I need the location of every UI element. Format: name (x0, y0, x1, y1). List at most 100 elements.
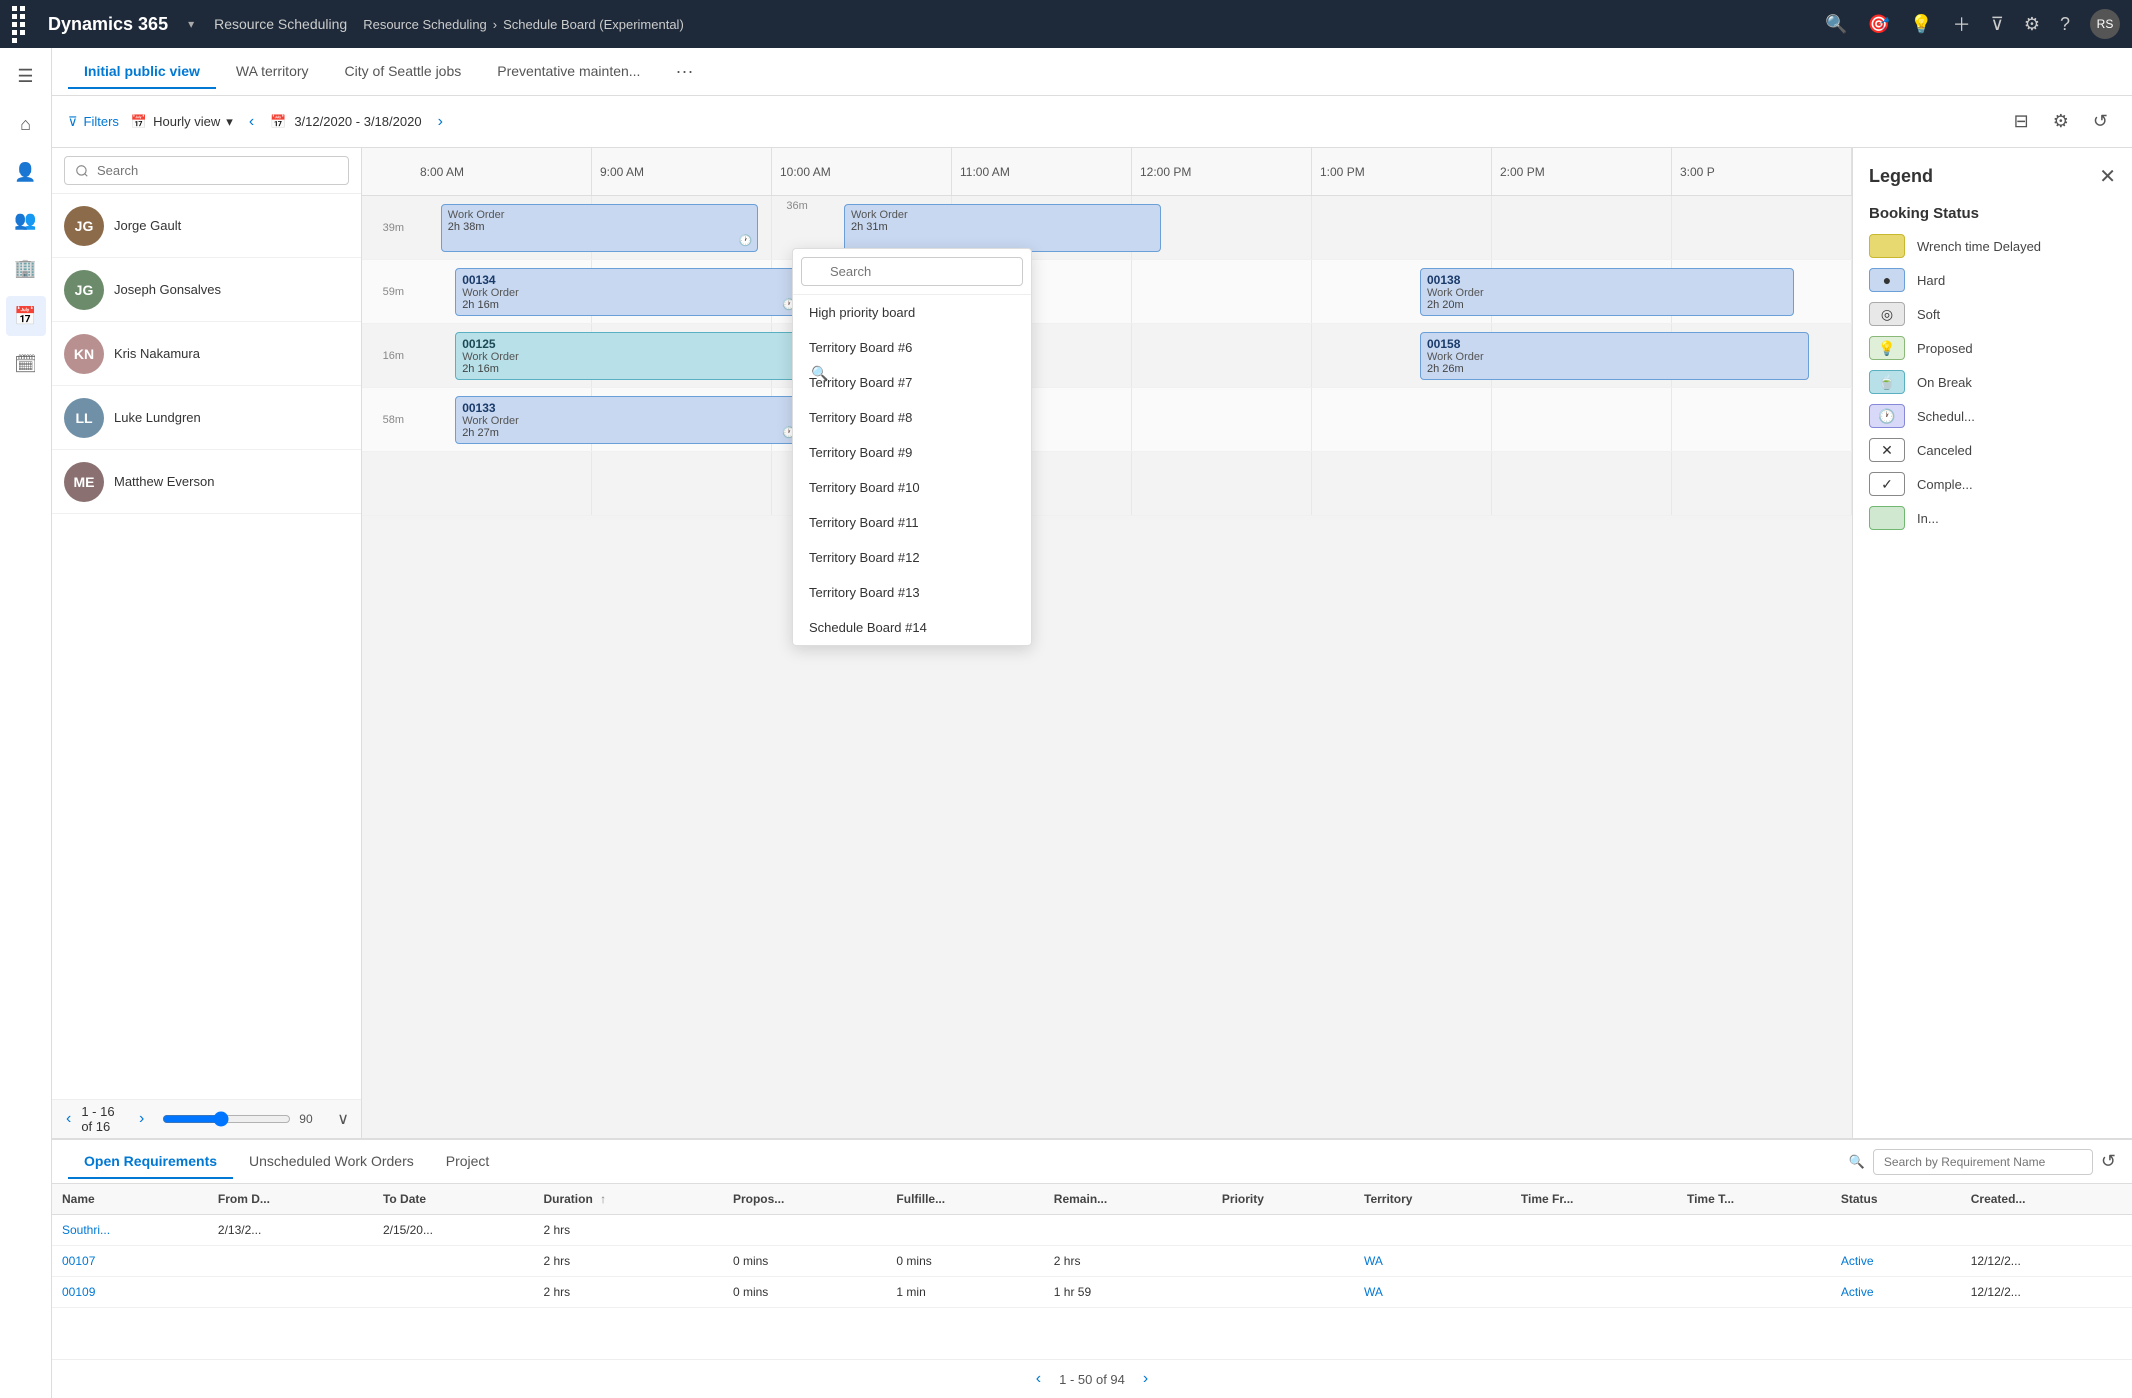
resource-name-matthew[interactable]: Matthew Everson (114, 474, 214, 489)
gantt-slot-m1 (592, 452, 772, 515)
brand-dropdown-arrow[interactable]: ▾ (188, 17, 194, 31)
sidebar-home-icon[interactable]: ⌂ (6, 104, 46, 144)
work-block-joseph-2[interactable]: 00138 Work Order 2h 20m (1420, 268, 1794, 316)
add-icon[interactable]: ＋ (1953, 11, 1971, 37)
gantt-slots-jorge: Work Order 2h 38m 🕐 36m Work Order 2h 31… (412, 196, 1852, 259)
work-block-kris-2[interactable]: 00158 Work Order 2h 26m (1420, 332, 1809, 380)
user-avatar[interactable]: RS (2090, 9, 2120, 39)
work-block-clock-icon: 🕐 (739, 234, 753, 247)
view-dropdown-button[interactable]: 📅 Hourly view ▾ (131, 114, 233, 130)
sidebar-org-icon[interactable]: 🏢 (6, 248, 46, 288)
tab-initial-public-view[interactable]: Initial public view (68, 55, 216, 89)
cell-prop-00109: 0 mins (723, 1277, 886, 1308)
bottom-prev-button[interactable]: ‹ (1030, 1368, 1047, 1390)
lightbulb-icon[interactable]: 💡 (1910, 14, 1932, 35)
bottom-search-input[interactable] (1873, 1149, 2093, 1175)
dropdown-item-high-priority[interactable]: High priority board (793, 295, 1031, 330)
page-next-button[interactable]: › (137, 1108, 146, 1130)
dropdown-item-territory-9[interactable]: Territory Board #9 (793, 435, 1031, 470)
grid-settings-button[interactable]: ⚙ (2045, 107, 2077, 136)
sidebar-calendar2-icon[interactable]: 🗓 (6, 344, 46, 384)
link-00107[interactable]: 00107 (62, 1254, 95, 1268)
settings-icon[interactable]: ⚙ (2024, 14, 2040, 35)
gantt-slot-m5 (1312, 452, 1492, 515)
dropdown-item-territory-7[interactable]: Territory Board #7 (793, 365, 1031, 400)
dropdown-item-schedule-board-14[interactable]: Schedule Board #14 (793, 610, 1031, 645)
sidebar-calendar-icon[interactable]: 📅 (6, 296, 46, 336)
date-next-button[interactable]: › (434, 109, 447, 135)
cell-prop-southri (723, 1215, 886, 1246)
link-wa-00107[interactable]: WA (1364, 1254, 1383, 1268)
work-block-luke-1[interactable]: 00133 Work Order 2h 27m 🕐 (455, 396, 801, 444)
col-remaining: Remain... (1044, 1184, 1212, 1215)
dropdown-item-territory-11[interactable]: Territory Board #11 (793, 505, 1031, 540)
filters-button[interactable]: ⊽ Filters (68, 114, 119, 130)
breadcrumb-part1[interactable]: Resource Scheduling (363, 17, 487, 32)
legend-close-button[interactable]: ✕ (2099, 164, 2116, 189)
table-row: 00109 2 hrs 0 mins 1 min 1 hr 59 WA (52, 1277, 2132, 1308)
legend-title: Legend (1869, 166, 1933, 187)
link-status-00107[interactable]: Active (1841, 1254, 1874, 1268)
search-icon[interactable]: 🔍 (1825, 14, 1847, 35)
col-status: Status (1831, 1184, 1961, 1215)
work-block-jorge-1[interactable]: Work Order 2h 38m 🕐 (441, 204, 758, 252)
breadcrumb-part2: Schedule Board (Experimental) (503, 17, 684, 32)
dropdown-item-territory-13[interactable]: Territory Board #13 (793, 575, 1031, 610)
work-block-kris-1[interactable]: 00125 Work Order 2h 16m 🍵 (455, 332, 844, 380)
dropdown-item-territory-12[interactable]: Territory Board #12 (793, 540, 1031, 575)
resource-name-jorge[interactable]: Jorge Gault (114, 218, 181, 233)
tab-wa-territory[interactable]: WA territory (220, 55, 325, 89)
sidebar-group-icon[interactable]: 👥 (6, 200, 46, 240)
resource-name-joseph[interactable]: Joseph Gonsalves (114, 282, 221, 297)
cell-from-00109 (208, 1277, 373, 1308)
bottom-tab-project[interactable]: Project (430, 1145, 506, 1179)
sidebar-menu-icon[interactable]: ☰ (6, 56, 46, 96)
bottom-refresh-button[interactable]: ↺ (2101, 1151, 2116, 1172)
link-wa-00109[interactable]: WA (1364, 1285, 1383, 1299)
zoom-slider[interactable] (162, 1111, 291, 1127)
sidebar-user-icon[interactable]: 👤 (6, 152, 46, 192)
legend-label-soft: Soft (1917, 307, 1940, 322)
target-icon[interactable]: 🎯 (1868, 14, 1890, 35)
help-icon[interactable]: ? (2060, 14, 2070, 35)
refresh-button[interactable]: ↺ (2085, 107, 2116, 136)
col-time-to: Time T... (1677, 1184, 1831, 1215)
sort-icon-duration[interactable]: ↑ (600, 1192, 606, 1206)
app-launcher-button[interactable] (12, 6, 32, 43)
link-00109[interactable]: 00109 (62, 1285, 95, 1299)
resource-name-kris[interactable]: Kris Nakamura (114, 346, 200, 361)
gantt-slot-m7 (1672, 452, 1852, 515)
time-col-2pm: 2:00 PM (1492, 148, 1672, 196)
page-prev-button[interactable]: ‹ (64, 1108, 73, 1130)
work-block-jorge-2[interactable]: Work Order 2h 31m (844, 204, 1161, 252)
tab-seattle-jobs[interactable]: City of Seattle jobs (329, 55, 478, 89)
filter-icon[interactable]: ⊽ (1991, 14, 2004, 35)
resource-item-luke: LL Luke Lundgren (52, 386, 361, 450)
bottom-tab-open-requirements[interactable]: Open Requirements (68, 1145, 233, 1179)
legend-item-in-progress: In... (1869, 506, 2116, 530)
resource-item-matthew: ME Matthew Everson (52, 450, 361, 514)
table-row: Southri... 2/13/2... 2/15/20... 2 hrs (52, 1215, 2132, 1246)
resource-name-luke[interactable]: Luke Lundgren (114, 410, 201, 425)
resource-avatar-jorge: JG (64, 206, 104, 246)
bottom-next-button[interactable]: › (1137, 1368, 1154, 1390)
col-from-date: From D... (208, 1184, 373, 1215)
bottom-tab-unscheduled-work-orders[interactable]: Unscheduled Work Orders (233, 1145, 430, 1179)
dropdown-item-territory-8[interactable]: Territory Board #8 (793, 400, 1031, 435)
link-southri[interactable]: Southri... (62, 1223, 110, 1237)
link-status-00109[interactable]: Active (1841, 1285, 1874, 1299)
work-block-joseph-1[interactable]: 00134 Work Order 2h 16m 🕐 (455, 268, 801, 316)
zoom-toggle-button[interactable]: ∨ (337, 1109, 349, 1129)
date-prev-button[interactable]: ‹ (245, 109, 258, 135)
dropdown-item-territory-6[interactable]: Territory Board #6 (793, 330, 1031, 365)
app-brand[interactable]: Dynamics 365 (48, 14, 168, 35)
tabs-more-button[interactable]: ··· (668, 56, 700, 88)
legend-item-proposed: 💡 Proposed (1869, 336, 2116, 360)
list-view-button[interactable]: ⊟ (2006, 107, 2037, 136)
dropdown-search-input[interactable] (801, 257, 1023, 286)
dropdown-item-territory-10[interactable]: Territory Board #10 (793, 470, 1031, 505)
cell-tf-southri (1511, 1215, 1677, 1246)
tab-preventative[interactable]: Preventative mainten... (481, 55, 656, 89)
legend-panel: Legend ✕ Booking Status Wrench time Dela… (1852, 148, 2132, 1138)
resource-search-input[interactable] (64, 156, 349, 185)
